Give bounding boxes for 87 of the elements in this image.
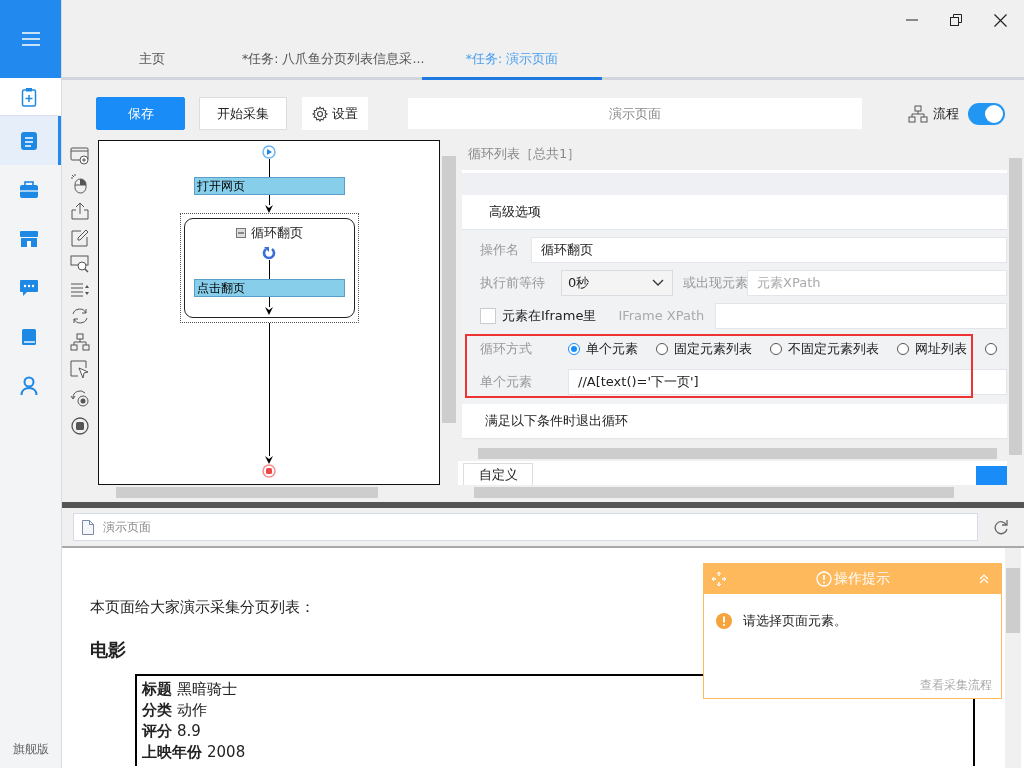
element-path-field[interactable]: //A[text()='下一页'] — [568, 368, 1007, 395]
clipboard-plus-icon — [21, 86, 37, 107]
alert-icon — [815, 570, 832, 587]
upload-icon[interactable] — [71, 202, 89, 221]
tab[interactable]: *任务: 八爪鱼分页列表信息采... — [242, 40, 422, 80]
radio-label[interactable]: 网址列表 — [915, 339, 967, 358]
flow-toggle[interactable] — [968, 102, 1005, 125]
close-icon[interactable] — [994, 13, 1007, 27]
panel-title: 循环列表［总共1］ — [467, 145, 582, 163]
address-field[interactable]: 演示页面 — [73, 513, 978, 541]
flow-label: 流程 — [933, 104, 959, 123]
section-header[interactable]: 满足以下条件时退出循环 — [462, 404, 1007, 439]
connector-arrow — [265, 195, 273, 213]
input-field[interactable]: 循环翻页 — [531, 236, 1007, 263]
record-label: 标题 — [142, 680, 172, 698]
checkbox-label: 元素在Iframe里 — [502, 306, 597, 325]
vertical-scrollbar[interactable] — [1005, 548, 1021, 768]
field-label: 执行前等待 — [479, 273, 546, 292]
connector-line — [268, 260, 270, 279]
restore-icon[interactable] — [950, 14, 962, 26]
radio-button[interactable] — [656, 342, 668, 355]
loop-icon — [262, 246, 276, 260]
list-icon[interactable] — [70, 281, 90, 298]
radio-label[interactable]: 单个元素 — [586, 339, 638, 358]
flow-step[interactable]: 点击翻页 — [193, 279, 345, 297]
record-label: 评分 — [142, 722, 172, 740]
end-icon — [262, 464, 276, 478]
edit-icon[interactable] — [71, 228, 89, 247]
field-label: 操作名 — [479, 240, 520, 259]
record-label: 上映年份 — [142, 743, 202, 761]
radio-button[interactable] — [897, 342, 909, 355]
page-title-field[interactable]: 演示页面 — [408, 98, 862, 129]
menu-icon[interactable] — [20, 32, 41, 46]
pointer-icon[interactable] — [70, 359, 90, 380]
radio-button[interactable] — [770, 342, 782, 355]
start-icon — [262, 145, 276, 159]
radio-label[interactable]: 不固定元素列表 — [788, 339, 879, 358]
store-icon — [19, 229, 39, 248]
stop-icon[interactable] — [71, 416, 89, 435]
intro-text: 本页面给大家演示采集分页列表： — [90, 597, 316, 618]
input-field[interactable] — [715, 302, 1007, 329]
move-icon[interactable] — [711, 570, 727, 587]
checkbox[interactable] — [480, 307, 496, 324]
field-label: IFrame XPath — [618, 308, 705, 323]
book-icon — [21, 327, 37, 346]
flow-step[interactable]: 打开网页 — [193, 177, 345, 195]
record-value: 动作 — [177, 701, 207, 719]
user-icon — [20, 375, 38, 396]
record-label: 分类 — [142, 701, 172, 719]
edition-label: 旗舰版 — [11, 741, 50, 758]
add-page-icon[interactable] — [70, 147, 90, 165]
tab[interactable]: 主页 — [62, 40, 242, 80]
wait-dropdown[interactable]: 0秒 — [561, 269, 673, 296]
section-header[interactable]: 高级选项 — [462, 195, 1007, 230]
mouse-icon[interactable] — [71, 173, 89, 194]
refresh-icon[interactable] — [70, 306, 90, 325]
start-button[interactable]: 开始采集 — [199, 97, 287, 130]
record-value: 8.9 — [177, 722, 201, 740]
record-value: 2008 — [207, 743, 246, 761]
settings-button[interactable]: 设置 — [302, 97, 368, 130]
document-icon — [82, 519, 94, 535]
loop-title: 循环翻页 — [250, 224, 303, 242]
chat-icon — [19, 278, 39, 297]
hierarchy-icon — [908, 104, 928, 123]
radio-label[interactable]: 固定元素列表 — [674, 339, 752, 358]
radio-button[interactable] — [568, 342, 580, 355]
settings-icon — [312, 105, 328, 122]
field-label: 单个元素 — [479, 372, 533, 391]
field-label: 循环方式 — [479, 339, 533, 358]
sidebar-item[interactable] — [0, 116, 61, 165]
search-icon[interactable] — [70, 255, 90, 274]
tip-message: 请选择页面元素。 — [743, 612, 847, 630]
section-heading: 电影 — [90, 638, 127, 662]
refresh-icon[interactable] — [993, 519, 1009, 535]
chevron-down-icon — [652, 278, 664, 287]
tip-title: 操作提示 — [833, 569, 890, 588]
rotate-icon[interactable] — [70, 388, 90, 409]
collapse-icon[interactable] — [235, 228, 246, 238]
warning-icon — [716, 613, 732, 629]
record-value: 黑暗骑士 — [177, 680, 237, 698]
xpath-field[interactable]: 元素XPath — [747, 269, 1007, 296]
connector-arrow — [265, 297, 273, 315]
radio-button[interactable] — [985, 342, 997, 355]
hierarchy-icon[interactable] — [70, 333, 90, 352]
field-label: 或出现元素 — [682, 273, 747, 292]
briefcase-icon — [19, 180, 39, 199]
document-icon — [20, 130, 38, 151]
